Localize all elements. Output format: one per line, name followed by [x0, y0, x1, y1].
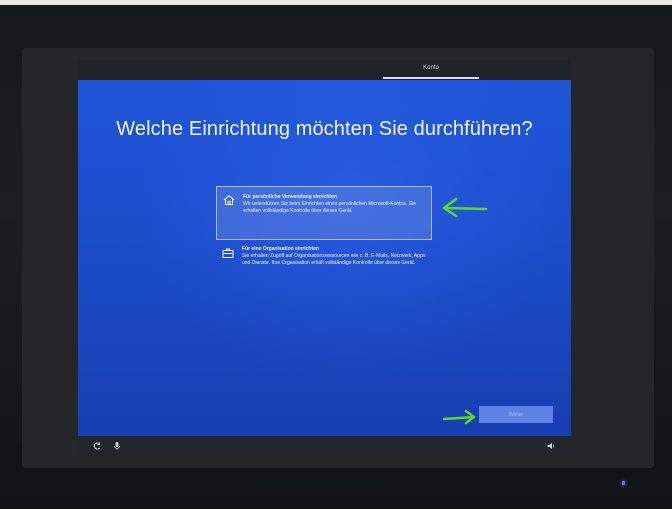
option-organisation-description: Sie erhalten Zugriff auf Organisationsre…	[242, 253, 426, 266]
briefcase-icon	[222, 248, 234, 258]
option-organisation[interactable]: Für eine Organisation einrichten Sie erh…	[216, 240, 430, 290]
annotation-arrow-next	[442, 409, 476, 425]
option-personal-title: Für persönliche Verwendung einrichten	[243, 194, 337, 200]
option-personal-description: Wir unterstützen Sie beim Einrichten ein…	[243, 201, 416, 214]
option-personal-use[interactable]: Für persönliche Verwendung einrichten Wi…	[216, 186, 432, 240]
oobe-screen: Welche Einrichtung möchten Sie durchführ…	[78, 80, 571, 436]
setup-header-strip	[78, 60, 571, 80]
power-led	[622, 481, 625, 485]
microphone-icon[interactable]	[112, 441, 122, 451]
page-title: Welche Einrichtung möchten Sie durchführ…	[116, 118, 533, 140]
tab-konto-underline	[383, 77, 479, 79]
next-button[interactable]: Weiter	[479, 406, 553, 423]
ease-of-access-icon[interactable]	[92, 441, 102, 451]
bottom-bar	[78, 436, 571, 457]
home-icon	[223, 194, 235, 205]
option-organisation-title: Für eine Organisation einrichten	[242, 246, 319, 252]
volume-icon[interactable]	[546, 441, 556, 451]
tab-konto: Konto	[423, 65, 439, 71]
annotation-arrow-option	[442, 197, 488, 218]
